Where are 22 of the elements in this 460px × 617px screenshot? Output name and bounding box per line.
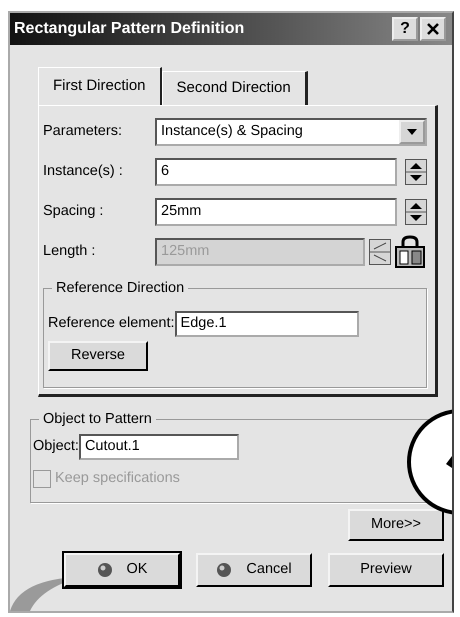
field-label: Spacing : (43, 202, 104, 222)
checkbox-label: Keep specifications (55, 469, 180, 488)
field-label: Parameters: (43, 122, 123, 142)
field-label: Instance(s) : (43, 162, 124, 182)
dialog-button[interactable]: OK (64, 553, 180, 587)
reference-element-field[interactable]: Edge.1 (174, 311, 359, 337)
tab[interactable]: First Direction (38, 67, 162, 105)
field-label: Length : (43, 242, 96, 262)
object-field[interactable]: Cutout.1 (78, 434, 239, 460)
value-field[interactable]: 6 (155, 158, 397, 186)
parameters-dropdown[interactable]: Instance(s) & Spacing (155, 118, 427, 146)
reverse-button[interactable]: Reverse (48, 341, 148, 371)
help-button[interactable]: ? (392, 17, 418, 41)
field-label: Object: (33, 437, 79, 456)
dialog-button[interactable]: Cancel (196, 553, 312, 587)
value-field[interactable]: 25mm (155, 198, 397, 226)
field-label: Reference element: (48, 314, 175, 334)
value-field: 125mm (155, 238, 365, 266)
preview-button[interactable]: Preview (328, 553, 444, 587)
window-title: Rectangular Pattern Definition (14, 19, 246, 39)
more-button[interactable]: More>> (348, 509, 444, 541)
tab[interactable]: Second Direction (162, 71, 308, 105)
